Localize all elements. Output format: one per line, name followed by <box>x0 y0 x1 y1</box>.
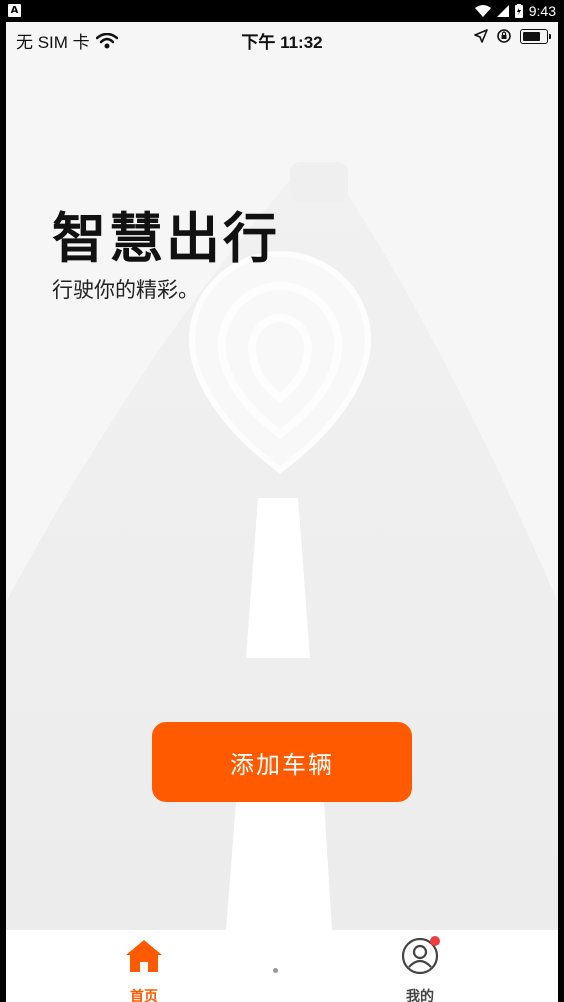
page-subtitle: 行驶你的精彩。 <box>52 278 199 302</box>
add-vehicle-button[interactable]: 添加车辆 <box>152 722 412 802</box>
notification-badge <box>430 936 440 946</box>
home-icon <box>126 940 162 972</box>
signal-icon <box>496 5 509 17</box>
android-status-right: 9:43 <box>474 0 556 22</box>
bottom-tab-bar: 首页 我的 <box>6 930 558 1002</box>
android-clock: 9:43 <box>528 3 556 19</box>
tab-home[interactable]: 首页 <box>84 936 204 1002</box>
battery-icon <box>514 4 523 18</box>
notification-app-icon: A <box>8 4 21 17</box>
tab-mine[interactable]: 我的 <box>360 936 480 1002</box>
tab-mine-label: 我的 <box>406 989 434 1002</box>
app-status-bar: 无 SIM 卡 下午 11:32 <box>6 22 558 54</box>
page-title: 智慧出行 <box>52 207 280 270</box>
rotation-lock-icon <box>497 29 511 43</box>
tab-home-label: 首页 <box>130 989 158 1002</box>
battery-icon <box>520 28 551 44</box>
android-status-bar: A 9:43 <box>0 0 564 22</box>
wifi-icon <box>474 5 491 17</box>
location-arrow-icon <box>474 29 488 43</box>
app-screen: 无 SIM 卡 下午 11:32 智慧出行 行驶你的精彩。 添加车辆 首页 我的 <box>6 22 558 1002</box>
status-right-icons <box>474 28 551 44</box>
tab-divider-dot <box>273 968 278 973</box>
